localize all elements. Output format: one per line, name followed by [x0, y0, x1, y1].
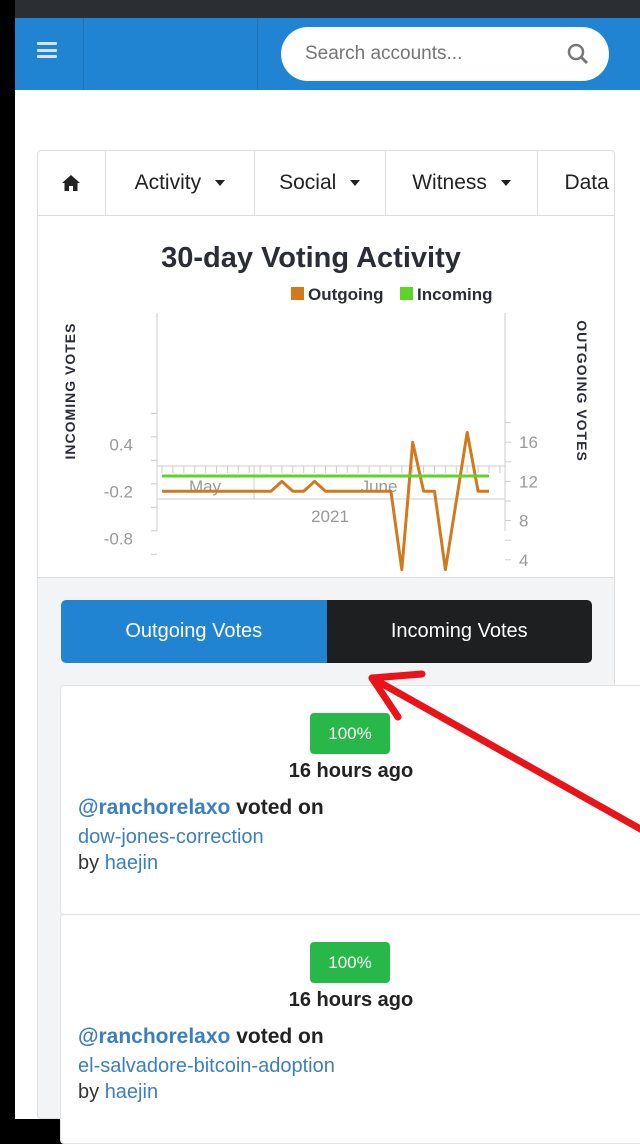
nav-data[interactable]: Data	[538, 151, 614, 215]
search-icon[interactable]	[567, 43, 589, 65]
vote-action: voted on	[236, 1025, 324, 1048]
left-tick-label: -0.8	[104, 530, 133, 549]
right-tick-label: 16	[519, 433, 538, 452]
voting-activity-chart: 30-day Voting Activity Outgoing Incoming…	[62, 242, 590, 572]
legend-outgoing[interactable]: Outgoing	[308, 285, 384, 304]
vote-action: voted on	[236, 796, 324, 819]
nav-label: Activity	[134, 171, 202, 194]
right-tick-label: 4	[519, 551, 528, 570]
post-link[interactable]: el-salvadore-bitcoin-adoption	[78, 1055, 335, 1078]
by-label: by	[78, 1081, 100, 1103]
vote-tabs: Outgoing Votes Incoming Votes	[61, 600, 592, 663]
nav-social[interactable]: Social	[255, 151, 386, 215]
hamburger-icon[interactable]	[37, 42, 57, 58]
nav-witness[interactable]: Witness	[386, 151, 539, 215]
right-tick-label: 8	[519, 512, 528, 531]
author-link[interactable]: haejin	[105, 1081, 158, 1103]
tab-outgoing-votes[interactable]: Outgoing Votes	[61, 600, 327, 663]
legend-swatch-incoming	[400, 287, 413, 300]
nav-label: Data	[564, 171, 609, 194]
vote-time: 16 hours ago	[288, 989, 414, 1011]
voter-link[interactable]: @ranchorelaxo	[78, 1025, 230, 1048]
caret-down-icon	[215, 180, 226, 186]
nav-activity[interactable]: Activity	[106, 151, 255, 215]
vote-time: 16 hours ago	[288, 760, 414, 782]
left-axis-label: INCOMING VOTES	[62, 323, 78, 460]
x-label-year: 2021	[311, 507, 349, 526]
divider	[83, 18, 84, 90]
right-tick-label: 12	[519, 472, 538, 491]
chart-title: 30-day Voting Activity	[161, 242, 461, 274]
vote-item: 100% 16 hours ago @ranchorelaxo voted on…	[60, 914, 640, 1144]
caret-down-icon	[500, 180, 511, 186]
nav-home[interactable]	[38, 151, 106, 215]
vote-percent-badge: 100%	[310, 942, 390, 983]
home-icon	[62, 175, 81, 191]
legend-swatch-outgoing	[291, 287, 304, 300]
x-label-may: May	[189, 477, 222, 496]
nav-label: Social	[279, 171, 337, 194]
post-link[interactable]: dow-jones-correction	[78, 826, 264, 849]
vote-percent-badge: 100%	[310, 713, 390, 754]
left-tick-label: -0.2	[104, 483, 133, 502]
status-bar	[15, 0, 640, 18]
author-link[interactable]: haejin	[105, 852, 158, 874]
series-line-outgoing	[162, 430, 489, 572]
left-tick-label: 0.4	[109, 436, 133, 455]
by-label: by	[78, 852, 100, 874]
voter-link[interactable]: @ranchorelaxo	[78, 796, 230, 819]
search-box	[281, 27, 609, 81]
nav-bar: Activity Social Witness Data	[38, 151, 614, 216]
legend-incoming[interactable]: Incoming	[417, 285, 493, 304]
divider	[257, 18, 258, 90]
right-axis-label: OUTGOING VOTES	[574, 320, 590, 462]
nav-label: Witness	[412, 171, 487, 194]
search-input[interactable]	[305, 43, 545, 65]
tab-incoming-votes[interactable]: Incoming Votes	[326, 600, 592, 663]
caret-down-icon	[350, 180, 361, 186]
header	[15, 18, 640, 90]
vote-item: 100% 16 hours ago @ranchorelaxo voted on…	[60, 685, 640, 915]
